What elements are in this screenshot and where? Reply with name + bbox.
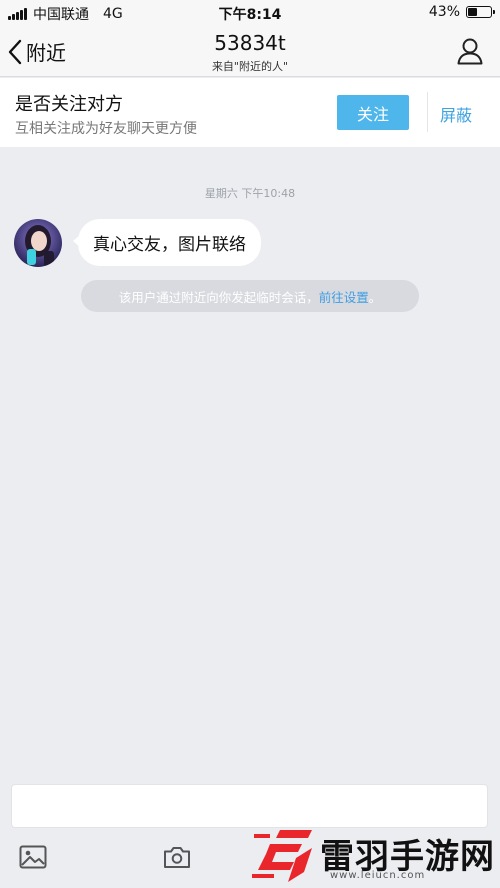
image-icon xyxy=(19,845,47,869)
status-bar: 中国联通 4G 下午8:14 43% xyxy=(0,0,500,26)
block-button[interactable]: 屏蔽 xyxy=(440,102,472,126)
divider xyxy=(427,92,428,132)
chat-subtitle: 来自"附近的人" xyxy=(211,60,289,73)
profile-button[interactable] xyxy=(456,37,484,69)
avatar[interactable] xyxy=(14,219,62,267)
follow-prompt: 是否关注对方 互相关注成为好友聊天更方便 关注 屏蔽 xyxy=(0,78,500,147)
system-notice-text: 该用户通过附近向你发起临时会话， xyxy=(118,289,319,305)
status-right: 43% xyxy=(428,4,495,20)
system-notice-end: 。 xyxy=(368,289,382,305)
camera-icon xyxy=(164,847,190,868)
follow-prompt-title: 是否关注对方 xyxy=(15,94,123,115)
nav-bar: 附近 53834t 来自"附近的人" xyxy=(0,26,500,77)
battery-percent: 43% xyxy=(428,4,460,20)
system-notice: 该用户通过附近向你发起临时会话， 前往设置 。 xyxy=(81,280,419,312)
follow-prompt-subtitle: 互相关注成为好友聊天更方便 xyxy=(15,121,197,137)
message-bubble[interactable]: 真心交友，图片联络 xyxy=(73,219,261,266)
battery-fill xyxy=(468,8,478,16)
leiyu-logo-icon xyxy=(252,830,312,882)
message-timestamp: 星期六 下午10:48 xyxy=(204,187,296,200)
follow-button[interactable]: 关注 xyxy=(337,95,409,130)
clock: 下午8:14 xyxy=(218,7,282,23)
message-input[interactable] xyxy=(11,784,488,828)
battery-icon xyxy=(466,6,495,18)
user-icon xyxy=(457,38,483,65)
avatar-image xyxy=(14,219,62,267)
camera-button[interactable] xyxy=(163,844,191,874)
chat-title: 53834t xyxy=(214,31,286,55)
image-button[interactable] xyxy=(19,844,47,874)
settings-link[interactable]: 前往设置 xyxy=(319,287,369,306)
watermark-url: www.leiucn.com xyxy=(330,870,426,881)
